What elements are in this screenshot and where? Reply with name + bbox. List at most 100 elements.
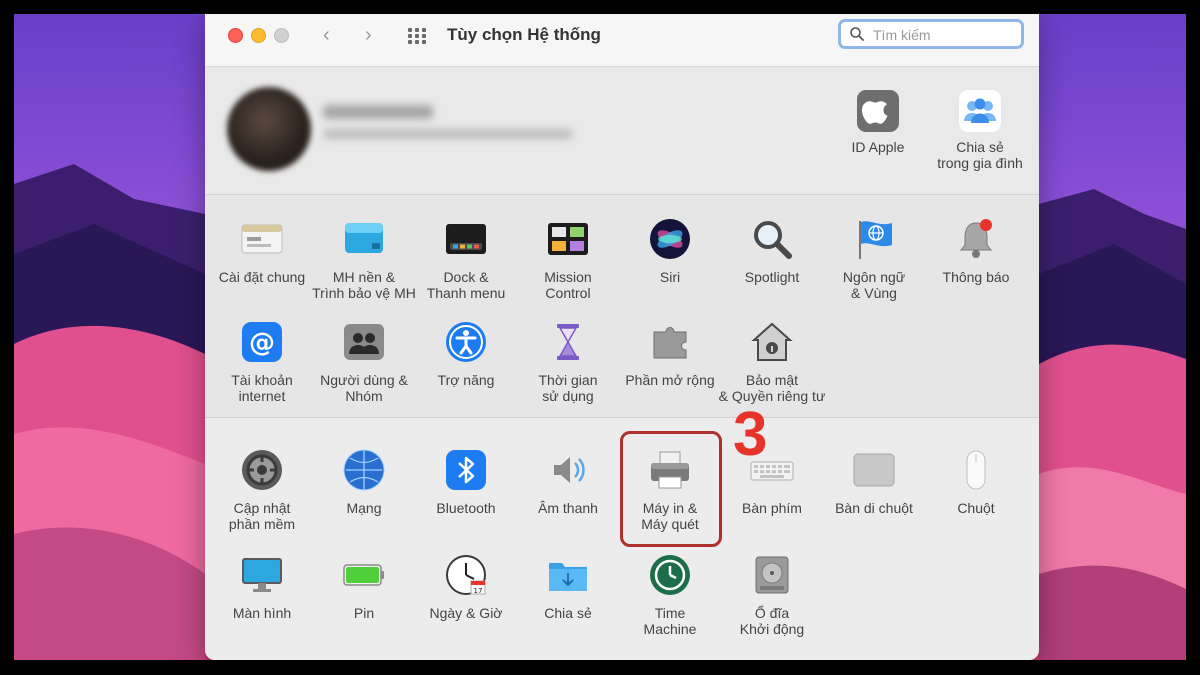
pref-security-privacy[interactable]: Bảo mật & Quyền riêng tư [717,320,827,404]
pref-desktop-screensaver[interactable]: MH nền & Trình bảo vệ MH [309,217,419,301]
id-apple-label: ID Apple [851,139,905,155]
pref-label: Người dùng & Nhóm [320,372,408,404]
pref-label: Tài khoản internet [231,372,293,404]
pref-label: Thông báo [942,269,1010,285]
pref-label: MH nền & Trình bảo vệ MH [312,269,416,301]
user-avatar[interactable] [227,87,311,171]
search-icon [850,27,864,41]
pref-label: Bluetooth [436,500,496,516]
pref-language-region[interactable]: Ngôn ngữ & Vùng [819,217,929,301]
pref-internet-accounts[interactable]: @ Tài khoản internet [207,320,317,404]
family-sharing-pane[interactable]: Chia sẻ trong gia đình [925,89,1035,171]
pref-dock-menubar[interactable]: Dock & Thanh menu [411,217,521,301]
at-sign-icon: @ [240,320,284,364]
search-field[interactable] [838,19,1024,49]
pref-siri[interactable]: Siri [615,217,725,285]
pref-accessibility[interactable]: Trợ năng [411,320,521,388]
pref-label: Âm thanh [538,500,598,516]
house-lock-icon [750,320,794,364]
pref-label: Mission Control [544,269,592,301]
pref-network[interactable]: Mạng [309,448,419,516]
pref-label: Ngôn ngữ & Vùng [842,269,906,301]
mouse-icon [954,448,998,492]
step-number-annotation: 3 [733,400,768,469]
pref-sharing[interactable]: Chia sẻ [513,553,623,621]
hard-disk-icon [750,553,794,597]
pref-label: Mạng [346,500,382,516]
globe-network-icon [342,448,386,492]
pref-startup-disk[interactable]: Ổ đĩa Khởi động [717,553,827,637]
pref-displays[interactable]: Màn hình [207,553,317,621]
spotlight-icon [750,217,794,261]
trackpad-icon [852,448,896,492]
dock-icon [444,217,488,261]
family-sharing-icon [958,89,1002,133]
pref-label: Dock & Thanh menu [426,269,506,301]
bluetooth-icon [444,448,488,492]
hourglass-icon [546,320,590,364]
pref-label: Bàn di chuột [835,500,913,516]
pref-screen-time[interactable]: Thời gian sử dụng [513,320,623,404]
pref-label: Chuột [957,500,995,516]
puzzle-piece-icon [648,320,692,364]
forward-chevron-icon[interactable]: › [365,24,372,47]
pref-label: Pin [353,605,375,621]
language-flag-icon [852,217,896,261]
pref-extensions[interactable]: Phần mở rộng [615,320,725,388]
pref-trackpad[interactable]: Bàn di chuột [819,448,929,516]
pref-general[interactable]: Cài đặt chung [207,217,317,285]
family-sharing-label: Chia sẻ trong gia đình [937,139,1023,171]
pref-bluetooth[interactable]: Bluetooth [411,448,521,516]
clock-icon: 17 [444,553,488,597]
user-name-blurred [323,105,433,119]
pref-label: Cài đặt chung [218,269,306,285]
pref-battery[interactable]: Pin [309,553,419,621]
close-button[interactable] [228,28,243,43]
users-icon [342,320,386,364]
user-subtitle-blurred [323,129,573,139]
title-bar: ‹ › Tùy chọn Hệ thống [205,14,1039,67]
pref-time-machine[interactable]: Time Machine [615,553,725,637]
pref-label: Phần mở rộng [625,372,715,388]
highlight-box [620,431,722,547]
system-preferences-window: ‹ › Tùy chọn Hệ thống Tìm kiếm ID Apple … [205,14,1039,660]
pref-label: Thời gian sử dụng [538,372,598,404]
display-icon [240,553,284,597]
pref-date-time[interactable]: 17 Ngày & Giờ [411,553,521,621]
sharing-folder-icon [546,553,590,597]
pref-label: Chia sẻ [544,605,592,621]
account-section: ID Apple Chia sẻ trong gia đình [205,67,1039,195]
pref-label: Màn hình [232,605,292,621]
pref-label: Siri [659,269,681,285]
pref-users-groups[interactable]: Người dùng & Nhóm [309,320,419,404]
pref-spotlight[interactable]: Spotlight [717,217,827,285]
pref-mission-control[interactable]: Mission Control [513,217,623,301]
desktop-screensaver-icon [342,217,386,261]
pref-label: Ổ đĩa Khởi động [739,605,805,637]
accessibility-icon [444,320,488,364]
bell-icon [954,217,998,261]
battery-icon [342,553,386,597]
show-all-grid-icon[interactable] [408,28,428,44]
apple-icon [856,89,900,133]
pref-label: Bàn phím [742,500,802,516]
search-input[interactable] [871,25,1015,45]
pref-mouse[interactable]: Chuột [921,448,1031,516]
back-chevron-icon[interactable]: ‹ [323,24,330,47]
pref-label: Trợ năng [437,372,495,388]
pref-sound[interactable]: Âm thanh [513,448,623,516]
mission-control-icon [546,217,590,261]
time-machine-icon [648,553,692,597]
svg-text:@: @ [249,328,275,358]
pref-software-update[interactable]: Cập nhật phần mềm [207,448,317,532]
id-apple-pane[interactable]: ID Apple [823,89,933,155]
svg-text:17: 17 [474,587,483,595]
minimize-button[interactable] [251,28,266,43]
pref-notifications[interactable]: Thông báo [921,217,1031,285]
gear-icon [240,448,284,492]
zoom-button[interactable] [274,28,289,43]
general-settings-icon [240,217,284,261]
pref-label: Spotlight [744,269,800,285]
speaker-icon [546,448,590,492]
window-title: Tùy chọn Hệ thống [447,25,601,44]
